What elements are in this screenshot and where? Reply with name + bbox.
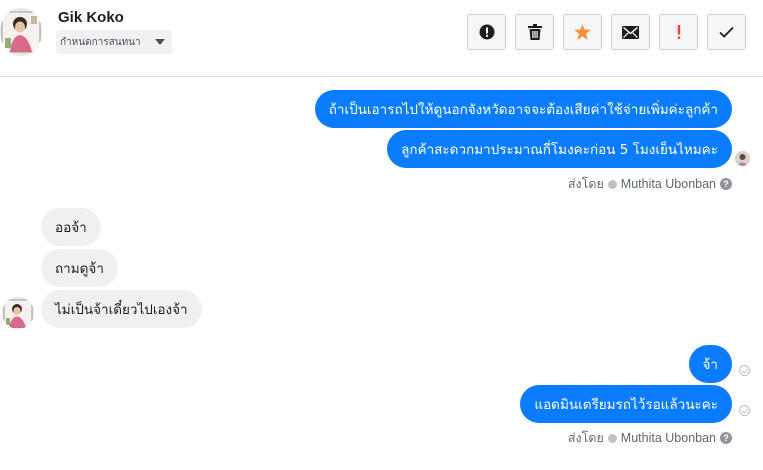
spam-button[interactable] [467, 14, 506, 50]
sent-by-name: Muthita Ubonban [620, 431, 716, 445]
message-bubble-outgoing[interactable]: ถ้าเป็นเอารถไปให้ดูนอกจังหวัดอาจจะต้องเส… [314, 90, 732, 128]
contact-avatar-small[interactable] [2, 297, 34, 329]
delivered-check-icon [739, 405, 750, 416]
checkmark-icon [719, 26, 734, 38]
sent-by-name: Muthita Ubonban [620, 177, 716, 191]
conversation-settings-label: กำหนดการสนทนา [60, 36, 141, 48]
caret-down-icon [155, 39, 165, 45]
conversation-settings-dropdown[interactable]: กำหนดการสนทนา [56, 30, 172, 54]
sent-by-prefix: ส่งโดย [567, 431, 604, 445]
star-icon [574, 24, 591, 40]
delete-button[interactable] [515, 14, 554, 50]
trash-icon [527, 24, 542, 40]
message-bubble-incoming[interactable]: ไม่เป็นจ้าเดี๋ยวไปเองจ้า [41, 290, 202, 328]
sent-by-line: ส่งโดย Muthita Ubonban ? [568, 430, 732, 446]
exclamation-icon [677, 25, 680, 39]
done-button[interactable] [707, 14, 746, 50]
envelope-icon [622, 25, 639, 39]
help-icon[interactable]: ? [720, 432, 732, 444]
message-bubble-outgoing[interactable]: จ้า [688, 345, 732, 383]
verified-icon [607, 433, 617, 443]
contact-name[interactable]: Gik Koko [58, 9, 124, 26]
star-button[interactable] [563, 14, 602, 50]
verified-icon [607, 179, 617, 189]
alert-circle-icon [479, 24, 494, 40]
message-bubble-incoming[interactable]: ถามดูจ้า [41, 249, 118, 287]
message-bubble-outgoing[interactable]: แอดมินเตรียมรถไว้รอแล้วนะคะ [520, 385, 732, 423]
message-bubble-incoming[interactable]: ออจ้า [41, 208, 101, 246]
message-bubble-outgoing[interactable]: ลูกค้าสะดวกมาประมาณกี่โมงคะก่อน 5 โมงเย็… [387, 130, 732, 168]
important-button[interactable] [659, 14, 698, 50]
sent-by-line: ส่งโดย Muthita Ubonban ? [568, 176, 732, 192]
conversation-header: Gik Koko กำหนดการสนทนา [0, 0, 763, 77]
contact-avatar[interactable] [0, 8, 42, 56]
mark-unread-button[interactable] [611, 14, 650, 50]
seen-avatar [735, 151, 750, 166]
delivered-check-icon [739, 365, 750, 376]
sent-by-prefix: ส่งโดย [567, 177, 604, 191]
help-icon[interactable]: ? [720, 178, 732, 190]
